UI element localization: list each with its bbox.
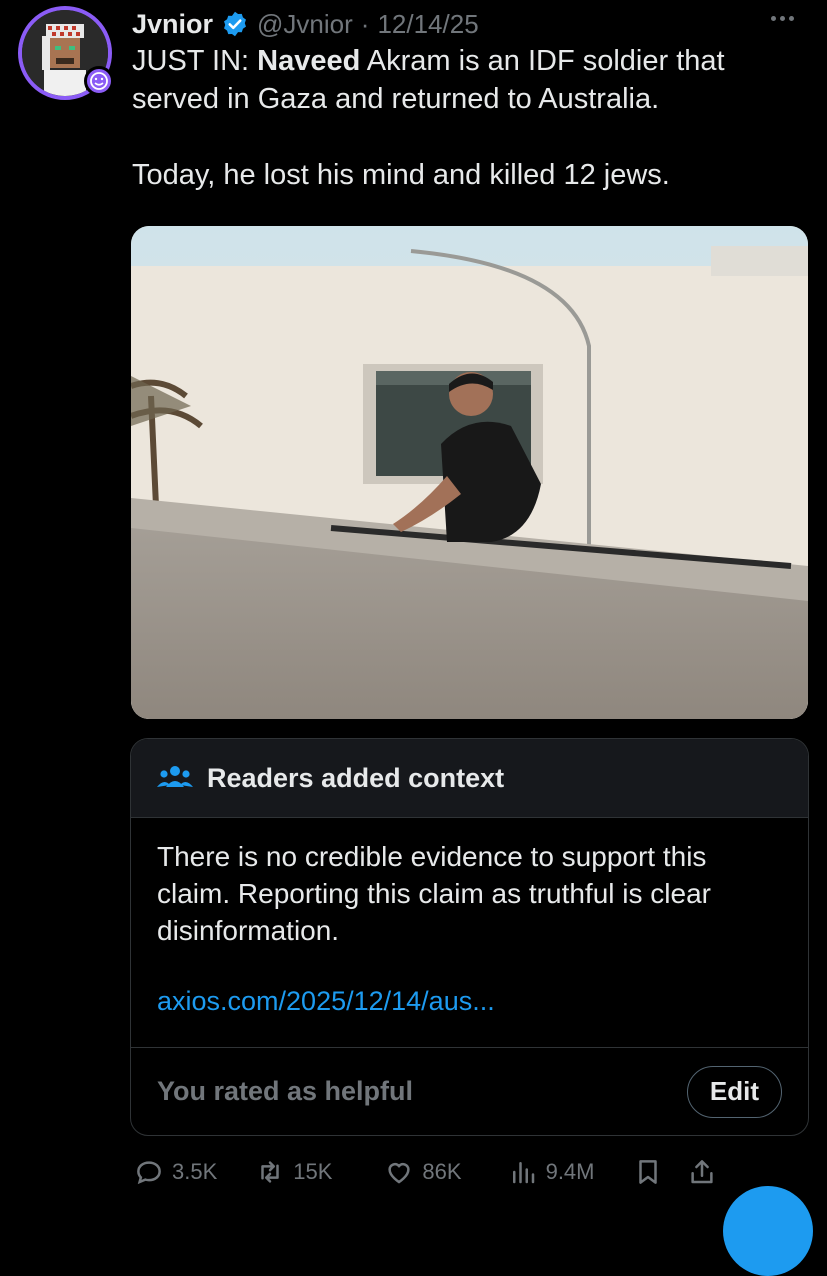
reply-button[interactable]: 3.5K — [134, 1157, 217, 1187]
community-note-body: There is no credible evidence to support… — [131, 818, 808, 1032]
repost-count: 15K — [293, 1159, 333, 1184]
separator-dot: · — [360, 8, 370, 39]
like-button[interactable]: 86K — [384, 1157, 462, 1187]
bookmark-button[interactable] — [633, 1157, 663, 1187]
views-chart-icon — [512, 1162, 534, 1184]
tweet-header: Jvnior @Jvnior · 12/14/25 — [132, 4, 479, 44]
community-note: Readers added context There is no credib… — [130, 738, 809, 1136]
verified-badge-icon — [224, 11, 246, 37]
repost-button[interactable]: 15K — [255, 1157, 332, 1187]
avatar[interactable] — [18, 6, 114, 100]
rating-status: You rated as helpful — [157, 1076, 414, 1106]
reply-count: 3.5K — [172, 1159, 218, 1184]
edit-rating-button[interactable]: Edit — [686, 1065, 782, 1118]
community-note-source-link[interactable]: axios.com/2025/12/14/aus... — [157, 983, 782, 1020]
community-note-header[interactable]: Readers added context — [131, 739, 808, 818]
share-button[interactable] — [687, 1157, 717, 1187]
views-count: 9.4M — [545, 1159, 595, 1184]
tweet-paragraph-2: Today, he lost his mind and killed 12 je… — [132, 159, 670, 191]
tweet-paragraph-1: JUST IN: Naveed Akram is an IDF soldier … — [132, 42, 802, 118]
community-note-text: There is no credible evidence to support… — [157, 841, 711, 946]
display-name[interactable]: Jvnior — [132, 9, 213, 40]
handle[interactable]: @Jvnior — [257, 9, 353, 40]
like-count: 86K — [422, 1159, 462, 1184]
more-options-icon[interactable] — [771, 8, 801, 28]
heart-icon — [388, 1163, 411, 1184]
smiley-badge-icon — [84, 66, 114, 96]
community-note-title: Readers added context — [207, 762, 505, 793]
views-button[interactable]: 9.4M — [508, 1157, 595, 1187]
repost-icon — [261, 1161, 280, 1183]
tweet-actions: 3.5K 15K 86K 9.4M — [130, 1150, 810, 1194]
people-icon — [157, 766, 193, 787]
tweet-prefix: JUST IN: — [132, 45, 258, 77]
tweet-photo[interactable] — [131, 226, 808, 719]
tweet-text: JUST IN: Naveed Akram is an IDF soldier … — [132, 42, 802, 194]
tweet-bold-name: Naveed — [257, 45, 361, 77]
bookmark-icon — [638, 1160, 657, 1184]
timestamp[interactable]: 12/14/25 — [377, 9, 478, 40]
reply-icon — [137, 1161, 161, 1185]
share-icon — [690, 1160, 713, 1184]
community-note-footer: You rated as helpful Edit — [131, 1047, 808, 1135]
